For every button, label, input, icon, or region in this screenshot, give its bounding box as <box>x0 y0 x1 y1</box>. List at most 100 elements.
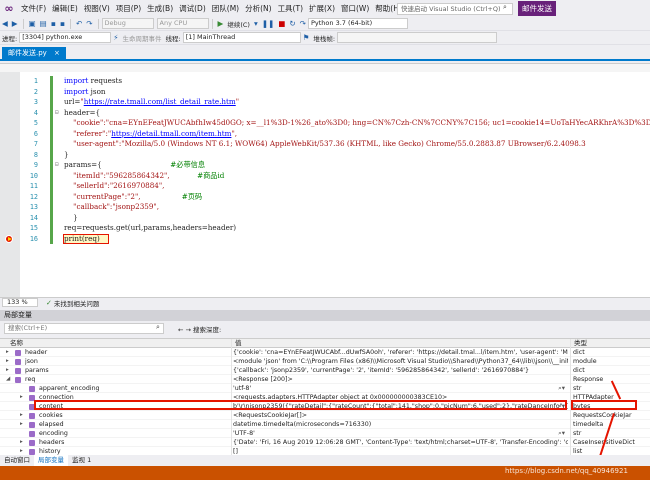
quick-launch-input[interactable]: 快速启动 Visual Studio (Ctrl+Q) <box>397 3 513 15</box>
code-line[interactable]: 15 req=requests.get(url,params,headers=he… <box>0 223 650 234</box>
close-icon[interactable]: × <box>54 49 60 57</box>
python-env-dropdown[interactable]: Python 3.7 (64-bit) <box>307 18 408 29</box>
code-line[interactable]: 13 "callback":"jsonp2359", <box>0 202 650 213</box>
menu-item[interactable]: 文件(F) <box>18 3 49 14</box>
text-visualizer-icon[interactable]: ⌕▾ <box>558 429 565 438</box>
tab-mail-send-py[interactable]: 邮件发送.py × <box>2 47 66 59</box>
column-divider[interactable] <box>231 339 232 456</box>
variable-value[interactable]: 'UTF-8' <box>233 429 568 438</box>
continue-button[interactable]: 继续(C) <box>225 19 252 29</box>
column-type[interactable]: 类型 <box>574 339 587 348</box>
expand-icon[interactable]: ▸ <box>20 411 26 420</box>
platform-dropdown[interactable]: Any CPU <box>156 18 209 29</box>
menu-item[interactable]: 视图(V) <box>81 3 113 14</box>
pause-icon[interactable]: ❚❚ <box>260 19 277 28</box>
search-icon[interactable]: ⌕ <box>503 3 507 12</box>
menu-item[interactable]: 调试(D) <box>176 3 209 14</box>
code-editor[interactable]: 1 import requests 2 import json 3 url="https:… <box>0 63 650 298</box>
locals-row-apparent-encoding[interactable]: apparent_encoding 'utf-8' ⌕▾ str <box>0 384 650 393</box>
code-line[interactable]: 2 import json <box>0 86 650 97</box>
code-line[interactable]: 12 "currentPage":"2", #页码 <box>0 191 650 202</box>
process-dropdown[interactable]: [3304] python.exe <box>19 32 112 43</box>
search-icon[interactable]: ⌕ <box>156 323 160 332</box>
dropdown-arrow-icon[interactable]: ▾ <box>252 19 260 28</box>
locals-search-input[interactable]: 搜索(Ctrl+E) <box>4 323 164 334</box>
breakpoint-icon[interactable] <box>5 234 13 243</box>
code-line[interactable]: 4 ⊟ header={ <box>0 107 650 119</box>
zoom-dropdown[interactable]: 133 % <box>2 298 38 307</box>
expand-icon[interactable]: ▸ <box>20 393 26 402</box>
menu-item[interactable]: 工具(T) <box>275 3 306 14</box>
code-line[interactable]: 5 "cookie":"cna=EYnEFeatJWUCAbfhIw45d0GO… <box>0 118 650 129</box>
code-line[interactable]: 1 import requests <box>0 76 650 87</box>
column-value[interactable]: 值 <box>235 339 242 348</box>
variable-value[interactable]: 'utf-8' <box>233 384 568 393</box>
menu-item[interactable]: 分析(N) <box>242 3 274 14</box>
step-over-icon[interactable]: ↷ <box>298 19 308 28</box>
menu-item[interactable]: 团队(M) <box>209 3 242 14</box>
code-line[interactable]: 14 } <box>0 212 650 223</box>
thread-dropdown[interactable]: [1] MainThread <box>182 32 301 43</box>
variable-value[interactable]: <Response [200]> <box>233 375 568 384</box>
locals-row-params[interactable]: ▸ params {'callback': 'jsonp2359', 'curren… <box>0 366 650 375</box>
locals-row-req[interactable]: ◢ req <Response [200]> Response <box>0 375 650 384</box>
expand-icon[interactable]: ▸ <box>6 357 12 366</box>
lifecycle-events-button[interactable]: 生命周期事件 <box>120 33 163 43</box>
redo-icon[interactable]: ↷ <box>84 19 94 28</box>
column-name[interactable]: 名称 <box>10 339 23 348</box>
stop-icon[interactable]: ■ <box>276 19 287 28</box>
save-icon[interactable]: ▪ <box>49 19 58 28</box>
text-visualizer-icon[interactable]: ⌕▾ <box>558 384 565 393</box>
new-file-icon[interactable]: ▣ <box>27 19 38 28</box>
variable-value[interactable]: datetime.timedelta(microseconds=716330) <box>233 420 568 429</box>
nav-arrows-icon[interactable]: ← → <box>178 326 191 334</box>
flag-icon[interactable]: ⚑ <box>301 33 312 42</box>
tool-tab[interactable]: 监视 1 <box>68 455 95 466</box>
collapse-icon[interactable]: ◢ <box>6 375 12 384</box>
variable-value[interactable]: <module 'json' from 'C:\\Program Files (… <box>233 357 568 366</box>
menu-item[interactable]: 项目(P) <box>113 3 144 14</box>
save-all-icon[interactable]: ▪ <box>58 19 67 28</box>
code-line[interactable]: 7 "user-agent":"Mozilla/5.0 (Windows NT … <box>0 139 650 150</box>
forward-icon[interactable]: ▶ <box>10 19 20 28</box>
expand-icon[interactable]: ▸ <box>6 366 12 375</box>
tool-tab[interactable]: 局部变量 <box>34 455 68 466</box>
code-line[interactable]: 6 "referer":"https://detail.tmall.com/it… <box>0 128 650 139</box>
column-divider[interactable] <box>570 339 571 456</box>
code-line[interactable]: 16 print(req) <box>0 233 650 244</box>
restart-icon[interactable]: ↻ <box>287 19 297 28</box>
code-line[interactable]: 11 "sellerId":"2616970884", <box>0 181 650 192</box>
menu-item[interactable]: 编辑(E) <box>49 3 81 14</box>
continue-icon[interactable]: ▶ <box>216 19 226 28</box>
locals-row-elapsed[interactable]: ▸ elapsed datetime.timedelta(microseconds=… <box>0 420 650 429</box>
locals-row-headers[interactable]: ▸ headers {'Date': 'Fri, 16 Aug 2019 12:06… <box>0 438 650 447</box>
issues-status[interactable]: 未找到相关问题 <box>54 298 100 308</box>
back-icon[interactable]: ◀ <box>0 19 10 28</box>
collapse-icon[interactable]: ⊟ <box>55 160 59 171</box>
menu-item[interactable]: 生成(B) <box>144 3 176 14</box>
tool-tab[interactable]: 自动窗口 <box>0 455 34 466</box>
code-line[interactable]: 3 url= "https://rate.tmall.com/list_detail… <box>0 97 650 108</box>
variable-value[interactable]: {'Date': 'Fri, 16 Aug 2019 12:06:28 GMT'… <box>233 438 568 447</box>
menu-item[interactable]: 窗口(W) <box>338 3 372 14</box>
variable-value[interactable]: {'cookie': 'cna=EYnEFeatJWUCAbf...dUwfSA… <box>233 348 568 357</box>
menu-item[interactable]: 扩展(X) <box>306 3 338 14</box>
locals-row-json[interactable]: ▸ json <module 'json' from 'C:\\Program Fi… <box>0 357 650 366</box>
code-token[interactable]: https://rate.tmall.com/list_detail_rate.… <box>84 97 236 106</box>
collapse-icon[interactable]: ⊟ <box>55 108 59 119</box>
expand-icon[interactable]: ▸ <box>20 438 26 447</box>
variable-value[interactable]: {'callback': 'jsonp2359', 'currentPage':… <box>233 366 568 375</box>
code-line[interactable]: 9 ⊟ params={ #必带信息 <box>0 160 650 171</box>
expand-icon[interactable]: ▸ <box>6 348 12 357</box>
locals-row-encoding[interactable]: encoding 'UTF-8' ⌕▾ str <box>0 429 650 438</box>
expand-icon[interactable]: ▸ <box>20 420 26 429</box>
open-folder-icon[interactable]: ▤ <box>38 19 49 28</box>
config-dropdown[interactable]: Debug <box>101 18 154 29</box>
code-line[interactable]: 10 "itemId":"596285864342", #商品id <box>0 170 650 181</box>
locals-row-header[interactable]: ▸ header {'cookie': 'cna=EYnEFeatJWUCAbf..… <box>0 348 650 357</box>
stack-frame-dropdown[interactable] <box>337 32 498 43</box>
lifecycle-icon[interactable]: ⚡ <box>111 33 120 42</box>
locals-row-cookies[interactable]: ▸ cookies <RequestsCookieJar[]> RequestsCoo… <box>0 411 650 420</box>
code-token[interactable]: https://detail.tmall.com/item.htm <box>111 129 231 138</box>
variable-value[interactable]: <RequestsCookieJar[]> <box>233 411 568 420</box>
